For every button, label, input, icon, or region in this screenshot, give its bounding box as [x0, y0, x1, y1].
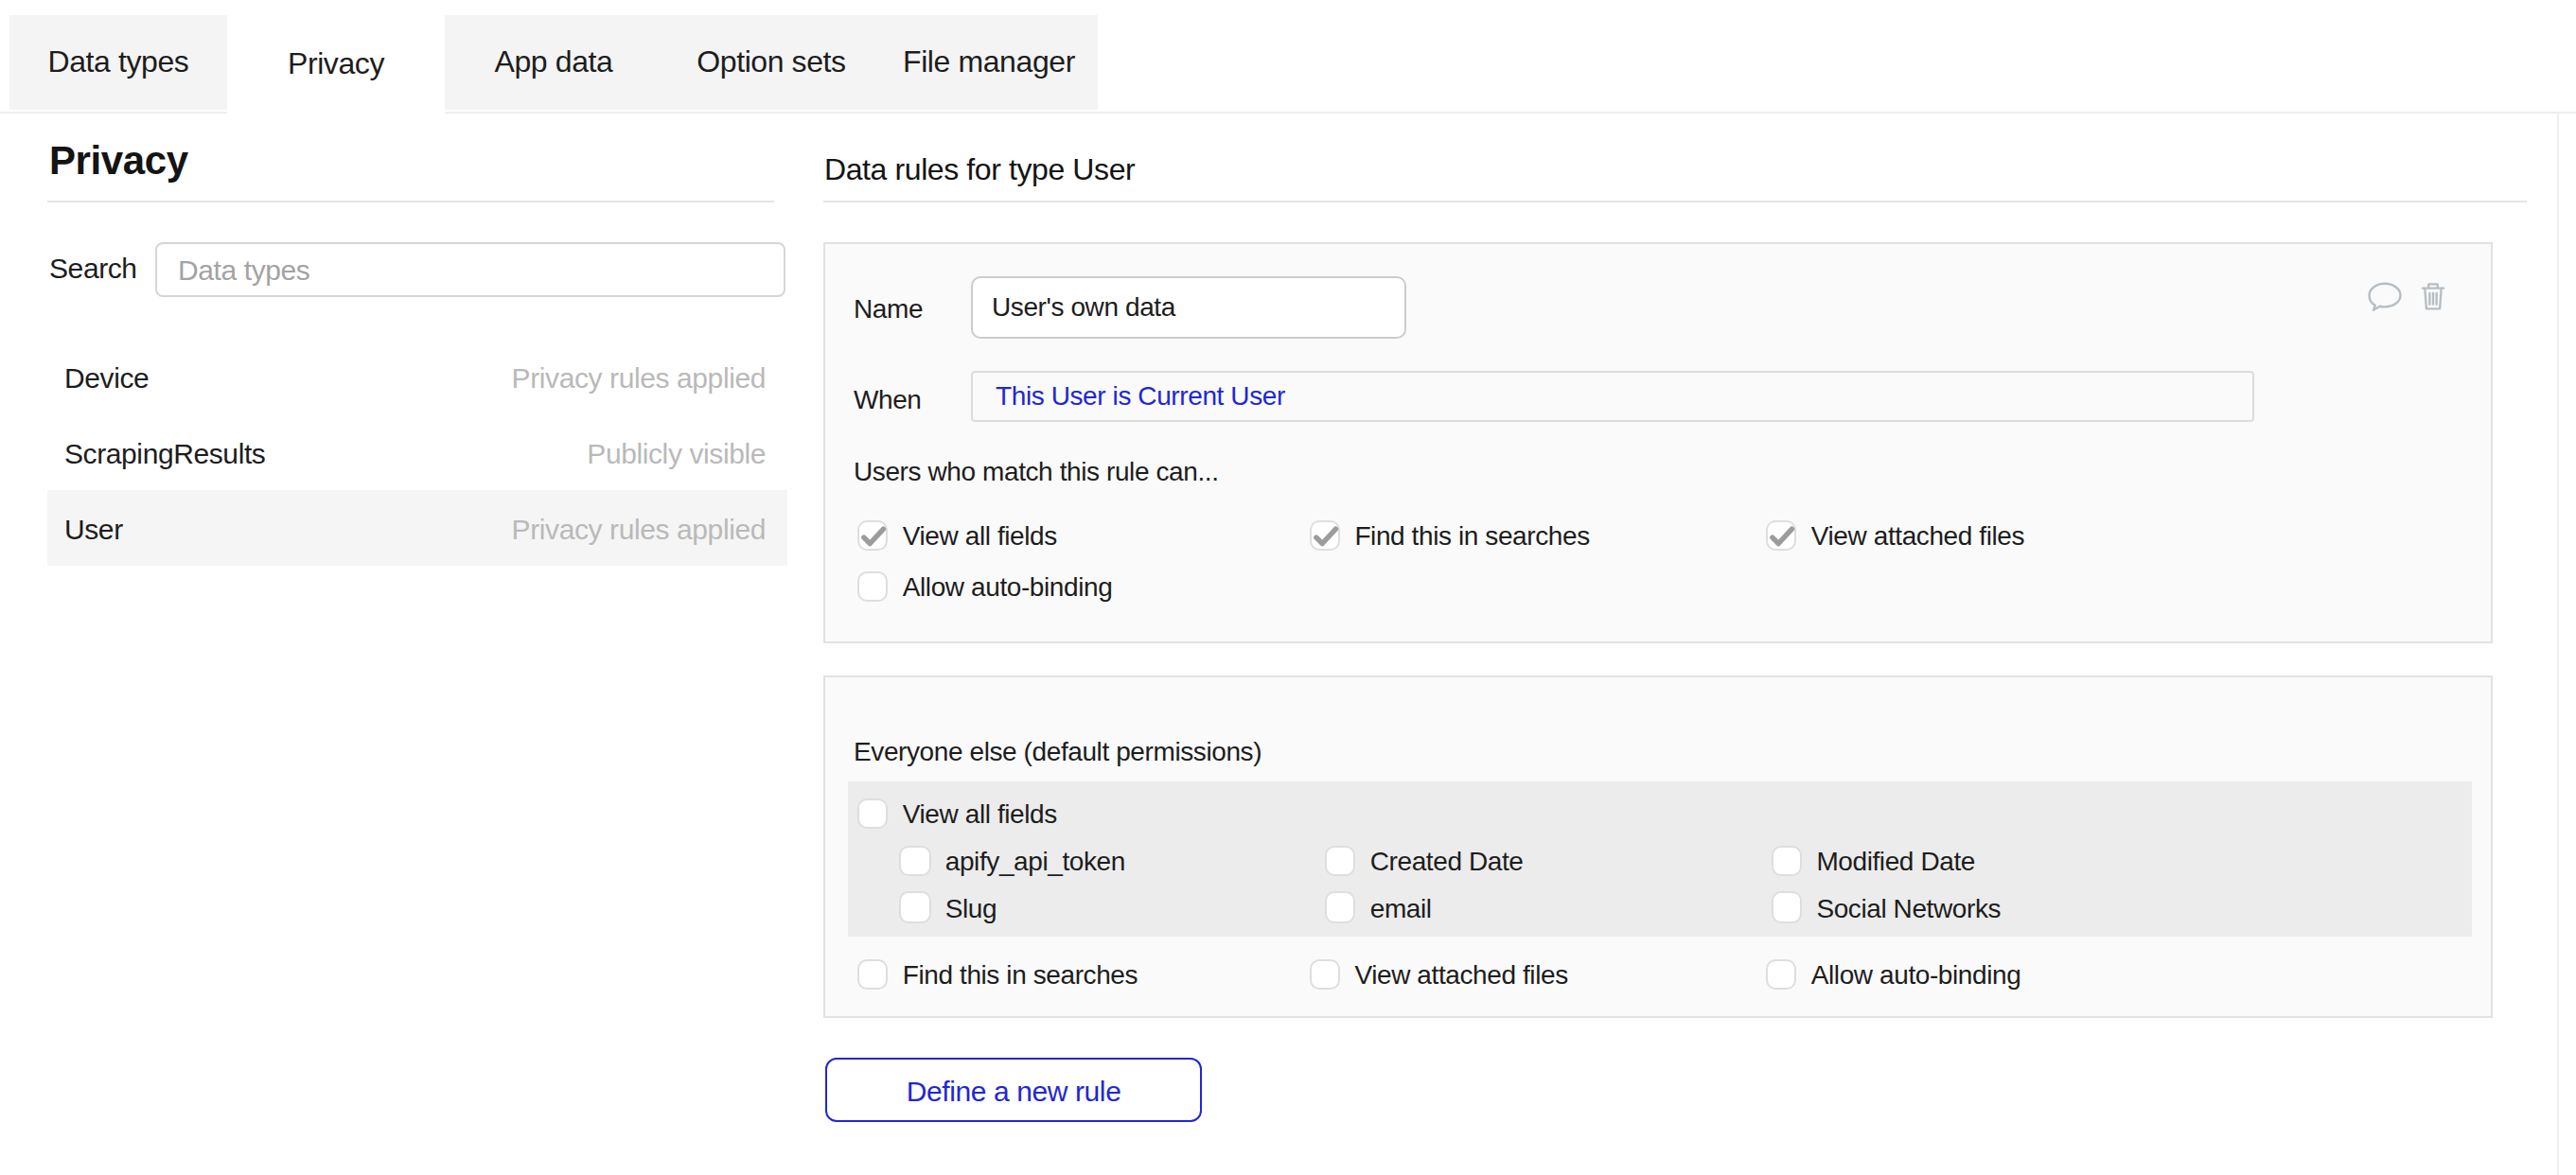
checkbox-allow-auto-binding-default[interactable]: Allow auto-binding: [1765, 959, 2020, 991]
checkbox-field-slug[interactable]: Slug: [899, 892, 997, 923]
checkbox-field-modified-date[interactable]: Modified Date: [1771, 846, 1975, 877]
comment-icon[interactable]: [2368, 283, 2402, 313]
checkbox-find-in-searches[interactable]: Find this in searches: [1309, 519, 1590, 551]
privacy-status: Privacy rules applied: [512, 512, 766, 544]
tab-bar: Data types Privacy App data Option sets …: [9, 15, 1098, 110]
data-type-row-user[interactable]: User Privacy rules applied: [47, 490, 786, 566]
tab-file-manager[interactable]: File manager: [880, 15, 1098, 110]
name-label: Name: [854, 293, 923, 324]
checkbox-field-email[interactable]: email: [1324, 892, 1431, 923]
checkbox-view-all-fields[interactable]: View all fields: [856, 519, 1057, 551]
when-label: When: [854, 383, 922, 413]
main-heading: Data rules for type User: [824, 153, 1135, 187]
data-type-row-scrapingresults[interactable]: ScrapingResults Publicly visible: [47, 414, 786, 490]
checkbox-field-social-networks[interactable]: Social Networks: [1771, 892, 2001, 923]
rule-when-input[interactable]: This User is Current User: [971, 370, 2254, 422]
checkbox-find-in-searches-default[interactable]: Find this in searches: [856, 959, 1138, 991]
default-permissions-card: Everyone else (default permissions) View…: [823, 675, 2492, 1017]
checkbox-allow-auto-binding[interactable]: Allow auto-binding: [856, 571, 1112, 603]
checkbox-field-apify-api-token[interactable]: apify_api_token: [899, 846, 1125, 877]
default-permissions-title: Everyone else (default permissions): [854, 735, 1262, 765]
trash-icon[interactable]: [2421, 283, 2445, 311]
privacy-status: Publicly visible: [587, 436, 766, 468]
privacy-status: Privacy rules applied: [512, 360, 766, 393]
rule-card: Name When This User is Current User User…: [823, 241, 2492, 643]
data-type-row-device[interactable]: Device Privacy rules applied: [47, 339, 786, 414]
checkbox-view-attached-files-default[interactable]: View attached files: [1309, 959, 1568, 991]
checkbox-view-attached-files[interactable]: View attached files: [1765, 519, 2024, 551]
right-panel-divider: [2557, 113, 2559, 1174]
search-label: Search: [49, 252, 137, 284]
tab-privacy[interactable]: Privacy: [227, 15, 445, 113]
rule-name-input[interactable]: [971, 275, 1406, 339]
tab-data-types[interactable]: Data types: [9, 15, 227, 110]
privacy-settings-page: Data types Privacy App data Option sets …: [0, 0, 2576, 1175]
checkbox-view-all-fields-default[interactable]: View all fields: [856, 798, 1057, 829]
sidebar-divider: [47, 201, 774, 202]
match-text: Users who match this rule can...: [854, 455, 1219, 485]
search-input[interactable]: [155, 242, 785, 297]
tab-option-sets[interactable]: Option sets: [662, 15, 880, 110]
page-title: Privacy: [49, 138, 188, 184]
checkbox-field-created-date[interactable]: Created Date: [1324, 846, 1523, 877]
tab-app-data[interactable]: App data: [445, 15, 662, 110]
define-new-rule-button[interactable]: Define a new rule: [825, 1058, 1203, 1122]
main-divider: [823, 201, 2527, 202]
